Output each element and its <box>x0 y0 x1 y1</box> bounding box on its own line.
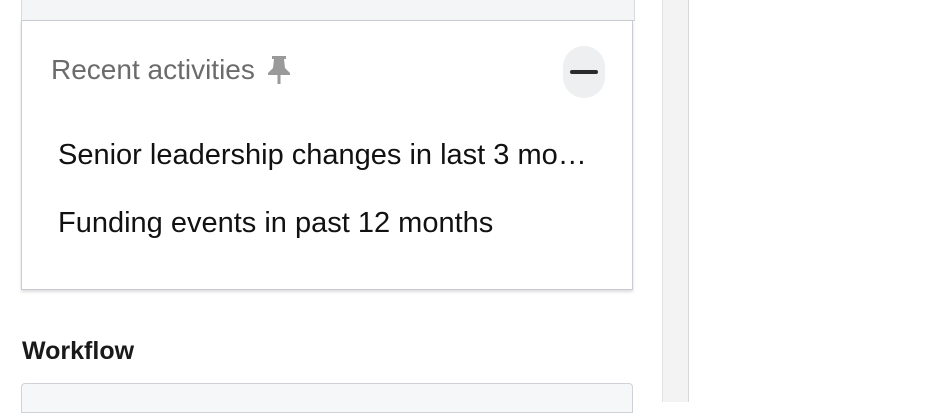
recent-activities-title: Recent activities <box>51 54 255 85</box>
recent-activities-header: Recent activities <box>51 53 292 87</box>
minus-icon <box>570 70 598 74</box>
right-panel <box>689 0 926 402</box>
recent-activities-card: Recent activities Senior leadership chan… <box>21 20 633 290</box>
activity-item-funding-events[interactable]: Funding events in past 12 months <box>58 205 598 241</box>
pin-icon[interactable] <box>266 55 292 85</box>
previous-section-panel <box>21 0 635 21</box>
activity-item-leadership-changes[interactable]: Senior leadership changes in last 3 mont… <box>58 137 598 173</box>
pin-icon-graphic <box>267 56 290 84</box>
vertical-divider-rail <box>662 0 689 402</box>
collapse-button[interactable] <box>563 46 605 98</box>
workflow-panel <box>21 383 633 413</box>
left-panel: Recent activities Senior leadership chan… <box>0 0 662 413</box>
workflow-heading: Workflow <box>22 337 135 365</box>
